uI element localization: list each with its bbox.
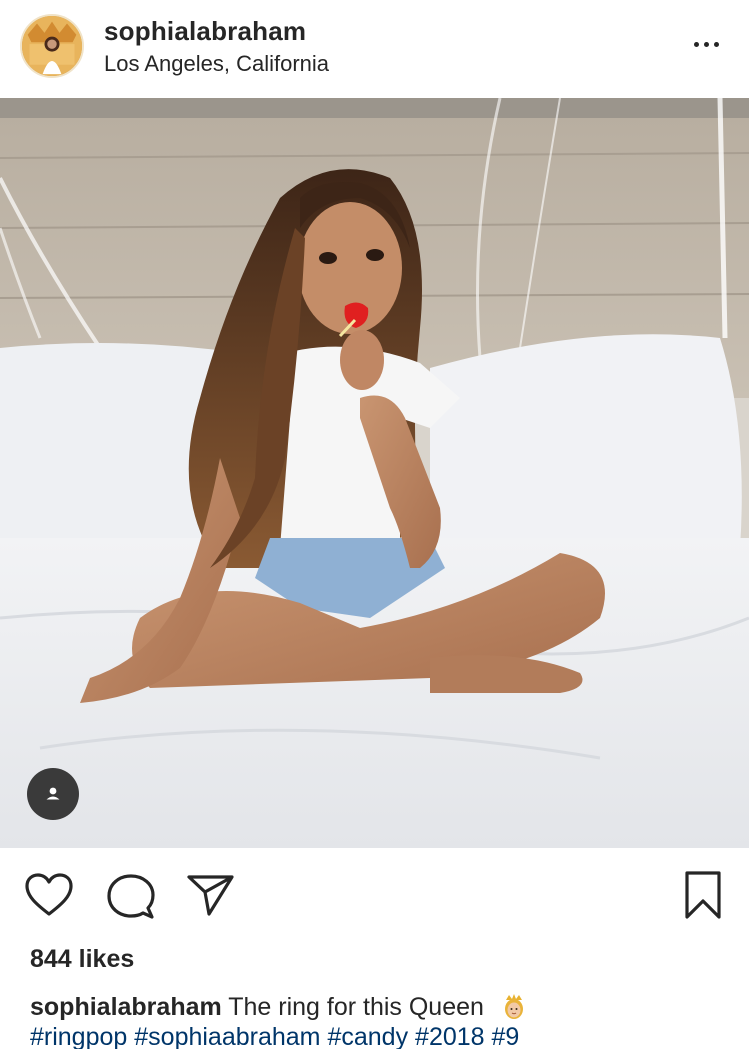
more-options-icon bbox=[693, 41, 699, 47]
post-username[interactable]: sophialabraham bbox=[104, 16, 306, 47]
post-caption: sophialabraham The ring for this Queen #… bbox=[30, 991, 730, 1049]
profile-avatar-crown-logo bbox=[22, 16, 82, 76]
hashtag-list: #ringpop #sophiaabraham #candy #2018 #9 bbox=[30, 1022, 730, 1049]
princess-emoji-icon bbox=[504, 994, 523, 1019]
share-button[interactable] bbox=[186, 872, 236, 918]
hashtag-link[interactable]: #ringpop bbox=[30, 1023, 127, 1049]
like-button[interactable] bbox=[24, 872, 74, 918]
caption-text: The ring for this Queen bbox=[228, 993, 484, 1021]
avatar[interactable] bbox=[20, 14, 84, 78]
save-button[interactable] bbox=[684, 870, 722, 920]
post-photo[interactable] bbox=[0, 98, 749, 848]
more-options-icon bbox=[713, 41, 719, 47]
hashtag-link[interactable]: #9 bbox=[492, 1023, 520, 1049]
user-tag-button[interactable] bbox=[27, 768, 79, 820]
comment-bubble-icon bbox=[107, 874, 155, 919]
post-header: sophialabraham Los Angeles, California bbox=[0, 0, 749, 98]
caption-username[interactable]: sophialabraham bbox=[30, 993, 222, 1021]
more-options-icon bbox=[703, 41, 709, 47]
hashtag-link[interactable]: #sophiaabraham bbox=[134, 1023, 320, 1049]
post-actions-bar bbox=[0, 848, 749, 940]
photo-image bbox=[0, 98, 749, 848]
paper-plane-icon bbox=[187, 875, 234, 916]
heart-icon bbox=[25, 873, 73, 916]
post-location[interactable]: Los Angeles, California bbox=[104, 51, 329, 77]
hashtag-link[interactable]: #2018 bbox=[415, 1023, 485, 1049]
instagram-post: sophialabraham Los Angeles, California 8… bbox=[0, 0, 749, 1049]
hashtag-link[interactable]: #candy bbox=[327, 1023, 408, 1049]
user-tag-icon bbox=[46, 787, 60, 800]
bookmark-icon bbox=[685, 871, 721, 919]
more-options-button[interactable] bbox=[684, 30, 728, 58]
comment-button[interactable] bbox=[106, 872, 156, 920]
likes-count[interactable]: 844 likes bbox=[30, 945, 134, 974]
